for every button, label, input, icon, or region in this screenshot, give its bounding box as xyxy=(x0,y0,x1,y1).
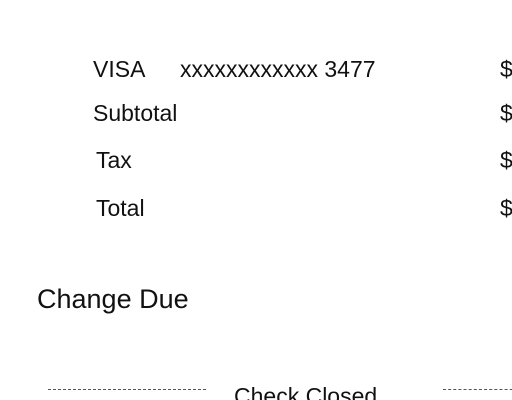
cutoff-header-text: - - - - - - xyxy=(88,0,174,4)
cutoff-header: - - - - - - xyxy=(88,0,174,6)
payment-amount: $ xyxy=(500,56,512,82)
tax-label: Tax xyxy=(96,147,132,173)
footer-divider-left xyxy=(48,389,206,390)
subtotal-label: Subtotal xyxy=(93,100,178,126)
total-amount: $ xyxy=(500,195,512,221)
card-type-label: VISA xyxy=(93,56,146,82)
tax-amount: $ xyxy=(500,147,512,173)
subtotal-amount: $ xyxy=(500,100,512,126)
subtotal-line: Subtotal $ xyxy=(0,98,512,128)
total-line: Total $ xyxy=(0,193,512,223)
change-due-label: Change Due xyxy=(37,284,189,314)
card-number: xxxxxxxxxxxx 3477 xyxy=(180,56,376,82)
total-label: Total xyxy=(96,195,145,221)
receipt: - - - - - - VISA xxxxxxxxxxxx 3477 $ Sub… xyxy=(0,0,512,400)
payment-line: VISA xxxxxxxxxxxx 3477 $ xyxy=(0,54,512,84)
check-closed-label: Check Closed xyxy=(234,383,378,400)
tax-line: Tax $ xyxy=(0,145,512,175)
check-closed-footer: Check Closed xyxy=(0,380,512,400)
footer-divider-right xyxy=(443,389,512,390)
